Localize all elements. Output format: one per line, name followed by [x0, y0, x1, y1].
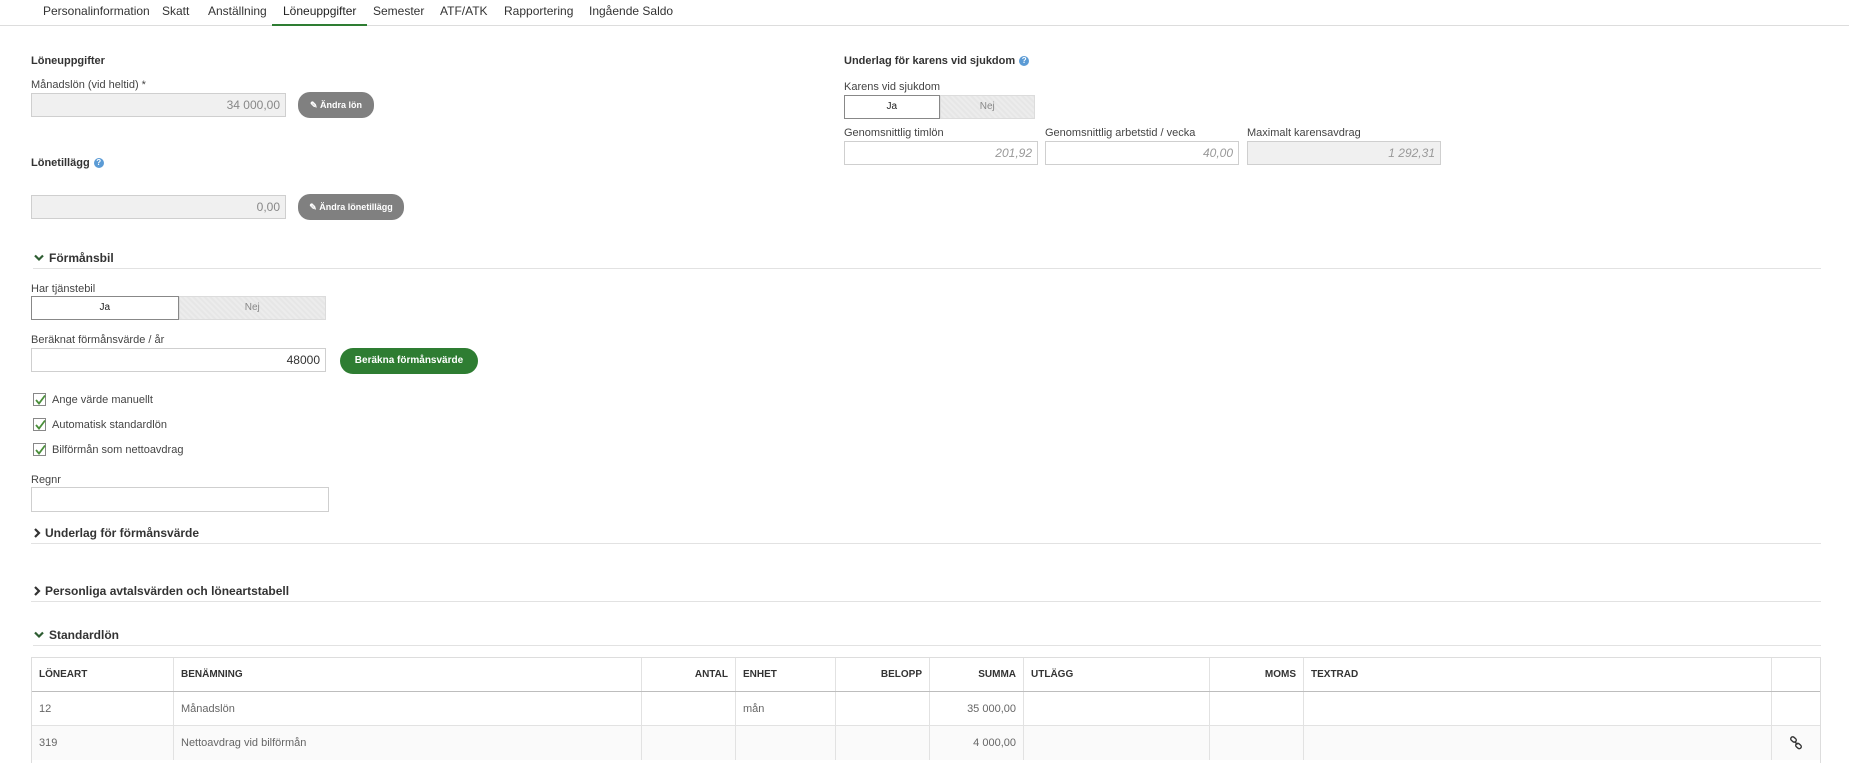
check-icon [35, 444, 46, 455]
allowance-title: Lönetillägg? [31, 157, 104, 169]
chevron-down-icon [34, 254, 44, 262]
col-utlagg[interactable]: UTLÄGG [1024, 658, 1210, 691]
check-icon [35, 419, 46, 430]
personliga-section-header[interactable]: Personliga avtalsvärden och löneartstabe… [31, 584, 1821, 602]
underlag-section-header[interactable]: Underlag för förmånsvärde [31, 526, 1821, 544]
has-car-yes-option[interactable]: Ja [31, 296, 179, 320]
col-belopp[interactable]: BELOPP [836, 658, 930, 691]
tab-anstallning[interactable]: Anställning [206, 4, 269, 26]
regnr-field[interactable] [31, 487, 329, 512]
tab-loneuppgifter[interactable]: Löneuppgifter [272, 4, 368, 26]
calculate-benefit-button[interactable]: Beräkna förmånsvärde [340, 348, 478, 374]
tab-rapportering[interactable]: Rapportering [502, 4, 575, 26]
avg-hours-field[interactable]: 40,00 [1045, 141, 1239, 165]
has-car-label: Har tjänstebil [31, 283, 96, 295]
col-antal[interactable]: ANTAL [642, 658, 736, 691]
standardlon-section-header[interactable]: Standardlön [33, 628, 1821, 646]
karens-yes-option[interactable]: Ja [844, 95, 940, 119]
allowance-field[interactable]: 0,00 [31, 195, 286, 219]
calc-value-label: Beräknat förmånsvärde / år [31, 334, 165, 346]
checkbox-manual-value[interactable]: Ange värde manuellt [33, 393, 153, 406]
change-allowance-button[interactable]: ✎ Ändra lönetillägg [298, 194, 404, 220]
avg-hourly-field[interactable]: 201,92 [844, 141, 1038, 165]
change-salary-button[interactable]: ✎ Ändra lön [298, 92, 374, 118]
table-row[interactable]: 319 Nettoavdrag vid bilförmån 4 000,00 [32, 726, 1820, 760]
tab-bar: Personalinformation Skatt Anställning Lö… [0, 0, 1849, 26]
karens-toggle: Ja Nej [844, 95, 1035, 119]
standardlon-table: LÖNEART BENÄMNING ANTAL ENHET BELOPP SUM… [31, 657, 1821, 763]
max-deduction-label: Maximalt karensavdrag [1247, 127, 1361, 139]
calc-value-field[interactable]: 48000 [31, 348, 326, 372]
tab-ingaende-saldo[interactable]: Ingående Saldo [587, 4, 675, 26]
loneuppgifter-title: Löneuppgifter [31, 55, 105, 67]
tab-skatt[interactable]: Skatt [160, 4, 191, 26]
link-icon[interactable] [1789, 736, 1803, 750]
max-deduction-field: 1 292,31 [1247, 141, 1441, 165]
question-circle-icon[interactable]: ? [93, 158, 104, 168]
table-row[interactable]: 12 Månadslön mån 35 000,00 [32, 692, 1820, 726]
chevron-right-icon [34, 586, 41, 596]
col-actions [1772, 658, 1820, 691]
monthly-salary-label: Månadslön (vid heltid) * [31, 79, 146, 91]
karens-label: Karens vid sjukdom [844, 81, 940, 93]
chevron-down-icon [34, 631, 44, 639]
tab-personalinformation[interactable]: Personalinformation [41, 4, 152, 26]
pencil-icon: ✎ [309, 202, 317, 212]
col-textrad[interactable]: TEXTRAD [1304, 658, 1772, 691]
karens-no-option[interactable]: Nej [939, 95, 1035, 119]
col-moms[interactable]: MOMS [1210, 658, 1304, 691]
question-circle-icon[interactable]: ? [1019, 56, 1030, 66]
formansbil-section-header[interactable]: Förmånsbil [33, 251, 1821, 269]
tab-atf-atk[interactable]: ATF/ATK [438, 4, 490, 26]
chevron-right-icon [34, 528, 41, 538]
checkbox-car-net-deduction[interactable]: Bilförmån som nettoavdrag [33, 443, 183, 456]
tab-semester[interactable]: Semester [371, 4, 426, 26]
col-benamning[interactable]: BENÄMNING [174, 658, 642, 691]
avg-hourly-label: Genomsnittlig timlön [844, 127, 944, 139]
table-header-row: LÖNEART BENÄMNING ANTAL ENHET BELOPP SUM… [32, 658, 1820, 692]
has-car-no-option[interactable]: Nej [178, 296, 326, 320]
col-loneart[interactable]: LÖNEART [32, 658, 174, 691]
pencil-icon: ✎ [309, 100, 318, 110]
avg-hours-label: Genomsnittlig arbetstid / vecka [1045, 127, 1196, 139]
karens-title: Underlag för karens vid sjukdom? [844, 55, 1030, 67]
col-enhet[interactable]: ENHET [736, 658, 836, 691]
regnr-label: Regnr [31, 474, 61, 486]
check-icon [35, 394, 46, 405]
has-car-toggle: Ja Nej [31, 296, 326, 320]
monthly-salary-field[interactable]: 34 000,00 [31, 93, 286, 117]
col-summa[interactable]: SUMMA [930, 658, 1024, 691]
checkbox-auto-standard-salary[interactable]: Automatisk standardlön [33, 418, 167, 431]
